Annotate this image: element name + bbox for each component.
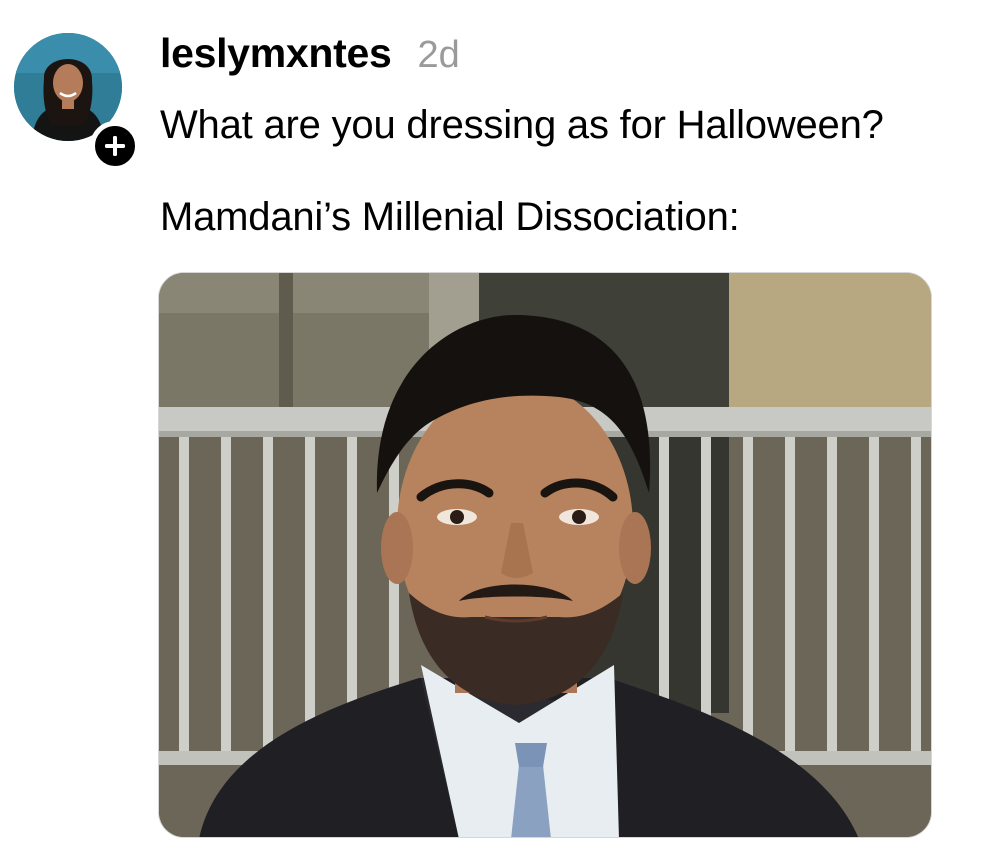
follow-button[interactable] [90, 121, 140, 171]
post-header: leslymxntes 2d [160, 30, 460, 77]
plus-icon [105, 136, 125, 156]
post-photo [159, 273, 931, 837]
post-text-line: Mamdani’s Millenial Dissociation: [160, 195, 740, 239]
avatar-container[interactable] [14, 33, 140, 171]
post-image[interactable] [158, 272, 932, 838]
post-timestamp: 2d [417, 34, 460, 76]
post-text-line: What are you dressing as for Halloween? [160, 103, 884, 147]
username[interactable]: leslymxntes [160, 30, 392, 77]
